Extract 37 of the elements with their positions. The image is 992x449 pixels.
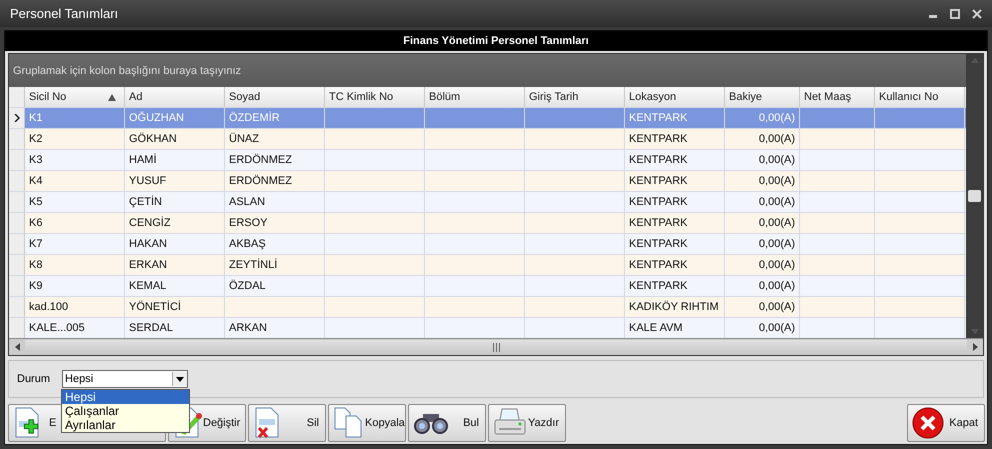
- row-pointer-icon: [14, 114, 20, 122]
- find-button[interactable]: Bul: [408, 404, 486, 442]
- table-row[interactable]: kad.100 YÖNETİCİ KADIKÖY RIHTIM 0,00(A): [9, 296, 966, 317]
- copy-button[interactable]: Kopyala: [328, 404, 406, 442]
- scroll-down-icon[interactable]: [970, 329, 978, 334]
- grip-icon[interactable]: [492, 342, 500, 352]
- delete-button[interactable]: Sil: [248, 404, 326, 442]
- table-row[interactable]: K5 ÇETİN ASLAN KENTPARK 0,00(A): [9, 191, 966, 212]
- horizontal-scrollbar[interactable]: [9, 338, 983, 355]
- x-circle-icon: [912, 407, 944, 439]
- dropdown-arrow-icon[interactable]: [176, 376, 184, 382]
- scroll-up-icon[interactable]: [970, 58, 978, 63]
- table-row[interactable]: KALE...005 SERDAL ARKAN KALE AVM 0,00(A): [9, 317, 966, 338]
- print-button[interactable]: Yazdır: [488, 404, 566, 442]
- binoculars-icon: [413, 411, 449, 435]
- table-row[interactable]: K3 HAMİ ERDÖNMEZ KENTPARK 0,00(A): [9, 149, 966, 170]
- close-icon[interactable]: [972, 8, 982, 18]
- close-button[interactable]: Kapat: [907, 404, 985, 442]
- table-row[interactable]: K6 CENGİZ ERSOY KENTPARK 0,00(A): [9, 212, 966, 233]
- row-indicator[interactable]: [9, 108, 25, 128]
- table-row[interactable]: K8 ERKAN ZEYTİNLİ KENTPARK 0,00(A): [9, 254, 966, 275]
- scroll-thumb[interactable]: [968, 190, 981, 202]
- table-row[interactable]: K4 YUSUF ERDÖNMEZ KENTPARK 0,00(A): [9, 170, 966, 191]
- table-row[interactable]: K9 KEMAL ÖZDAL KENTPARK 0,00(A): [9, 275, 966, 296]
- status-dropdown[interactable]: Hepsi: [62, 370, 188, 388]
- scroll-left-icon[interactable]: [14, 343, 20, 351]
- maximize-icon[interactable]: [950, 8, 960, 18]
- vertical-scrollbar[interactable]: [966, 54, 983, 338]
- group-hint: Gruplamak için kolon başlığını buraya taşıyınız: [13, 64, 242, 76]
- table-row[interactable]: K7 HAKAN AKBAŞ KENTPARK 0,00(A): [9, 233, 966, 254]
- window-title: Personel Tanımları: [10, 6, 118, 21]
- dropdown-option[interactable]: Hepsi: [62, 390, 189, 404]
- scroll-right-icon[interactable]: [972, 343, 978, 351]
- header-corner: [9, 87, 25, 107]
- form-header: Finans Yönetimi Personel Tanımları: [5, 31, 987, 51]
- status-label: Durum: [17, 373, 50, 385]
- table-row[interactable]: K2 GÖKHAN ÜNAZ KENTPARK 0,00(A): [9, 128, 966, 149]
